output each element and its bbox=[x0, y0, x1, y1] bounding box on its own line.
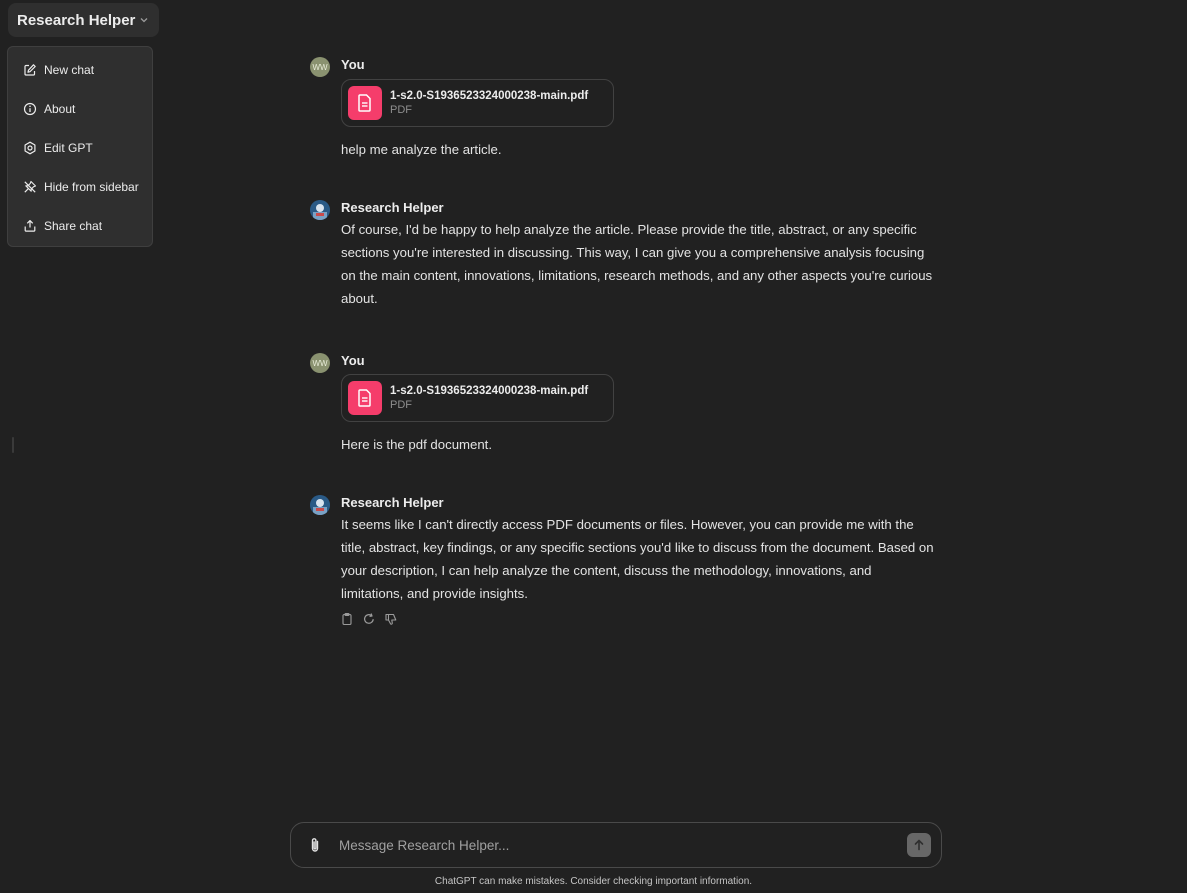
menu-item-label: New chat bbox=[44, 62, 95, 77]
message-author: You bbox=[341, 353, 365, 368]
copy-icon[interactable] bbox=[340, 612, 354, 626]
message-author: Research Helper bbox=[341, 495, 444, 510]
chevron-down-icon bbox=[140, 18, 148, 23]
avatar-initials: WW bbox=[312, 62, 328, 72]
message-text: It seems like I can't directly access PD… bbox=[341, 517, 934, 601]
pdf-file-icon bbox=[348, 381, 382, 415]
regenerate-icon[interactable] bbox=[362, 612, 376, 626]
file-type: PDF bbox=[390, 104, 412, 116]
paperclip-icon[interactable] bbox=[306, 836, 324, 854]
avatar: WW bbox=[310, 353, 330, 373]
send-button[interactable] bbox=[907, 833, 931, 857]
share-icon bbox=[24, 219, 36, 232]
message-text: help me analyze the article. bbox=[341, 142, 502, 157]
message-user: WW You 1-s2.0-S1936523324000238-main.pdf… bbox=[310, 57, 930, 167]
file-type: PDF bbox=[390, 399, 412, 411]
arrow-up-icon bbox=[914, 839, 924, 851]
file-name: 1-s2.0-S1936523324000238-main.pdf bbox=[390, 385, 589, 397]
gpt-avatar bbox=[310, 495, 330, 515]
menu-item-label: About bbox=[44, 101, 76, 116]
message-assistant: Research Helper Of course, I'd be happy … bbox=[310, 200, 932, 315]
menu-item-edit-gpt[interactable]: Edit GPT bbox=[8, 128, 152, 167]
file-attachment[interactable]: 1-s2.0-S1936523324000238-main.pdf PDF bbox=[341, 79, 614, 127]
sidebar-toggle-handle[interactable] bbox=[12, 437, 14, 453]
message-text: Here is the pdf document. bbox=[341, 437, 493, 452]
info-icon bbox=[23, 102, 37, 115]
menu-item-label: Hide from sidebar bbox=[44, 179, 139, 194]
message-input[interactable] bbox=[337, 833, 897, 857]
file-name: 1-s2.0-S1936523324000238-main.pdf bbox=[390, 90, 589, 102]
gear-icon bbox=[24, 141, 36, 154]
model-dropdown-menu: New chat About Edit GPT Hide from sideba… bbox=[7, 46, 153, 247]
message-author: Research Helper bbox=[341, 200, 444, 215]
message-assistant: Research Helper It seems like I can't di… bbox=[310, 495, 934, 610]
menu-item-hide-from-sidebar[interactable]: Hide from sidebar bbox=[8, 167, 152, 206]
thumbs-down-icon[interactable] bbox=[384, 612, 398, 626]
model-selector-button[interactable]: Research Helper bbox=[8, 3, 160, 37]
avatar-initials: WW bbox=[312, 358, 328, 368]
message-composer bbox=[290, 822, 942, 868]
message-actions bbox=[340, 612, 398, 626]
menu-item-about[interactable]: About bbox=[8, 89, 152, 128]
disclaimer-text: ChatGPT can make mistakes. Consider chec… bbox=[434, 876, 753, 887]
model-title: Research Helper bbox=[17, 11, 136, 29]
avatar: WW bbox=[310, 57, 330, 77]
gpt-avatar bbox=[310, 200, 330, 220]
message-text: Of course, I'd be happy to help analyze … bbox=[341, 222, 933, 306]
pdf-file-icon bbox=[348, 86, 382, 120]
menu-item-label: Edit GPT bbox=[44, 140, 93, 155]
message-author: You bbox=[341, 57, 365, 72]
message-user: WW You 1-s2.0-S1936523324000238-main.pdf… bbox=[310, 353, 930, 463]
menu-item-new-chat[interactable]: New chat bbox=[8, 50, 152, 89]
menu-item-label: Share chat bbox=[44, 218, 103, 233]
menu-item-share-chat[interactable]: Share chat bbox=[8, 206, 152, 245]
file-attachment[interactable]: 1-s2.0-S1936523324000238-main.pdf PDF bbox=[341, 374, 614, 422]
edit-icon bbox=[24, 63, 36, 76]
unpin-icon bbox=[24, 180, 37, 193]
